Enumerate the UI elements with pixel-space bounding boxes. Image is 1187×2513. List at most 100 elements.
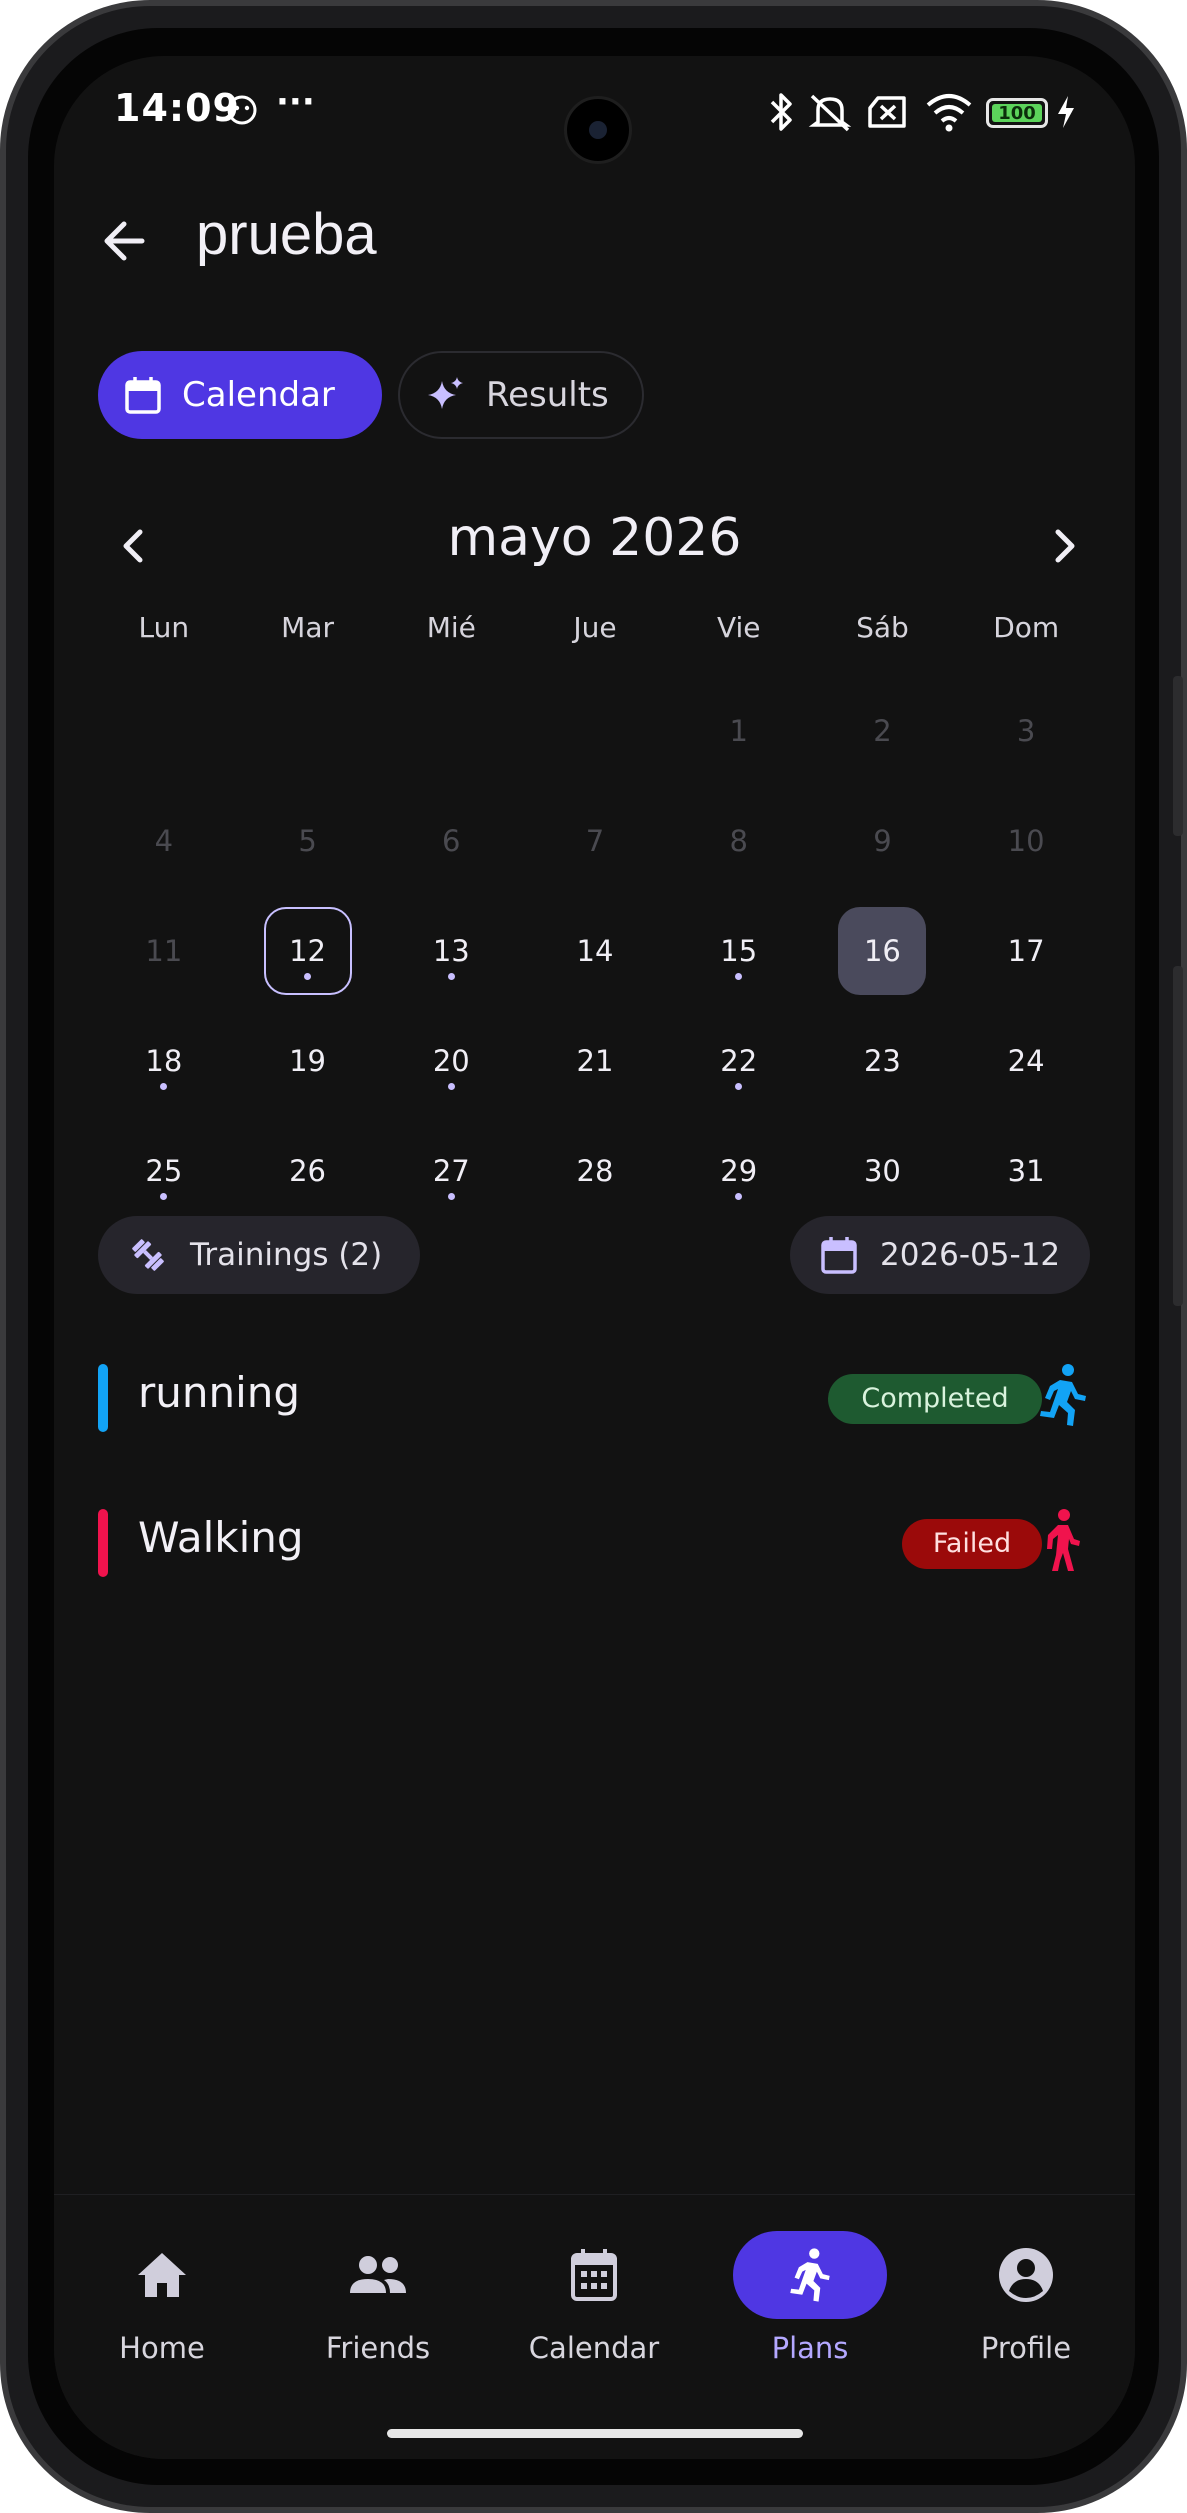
nav-home-label: Home	[119, 2331, 205, 2365]
calendar-day[interactable]: 30	[811, 1116, 955, 1226]
page-title: prueba	[196, 202, 377, 267]
status-badge-failed: Failed	[902, 1519, 1042, 1569]
nav-calendar[interactable]: Calendar	[486, 2195, 702, 2395]
weekday-label: Jue	[573, 611, 617, 644]
front-camera	[564, 96, 632, 164]
calendar-empty-cell	[379, 676, 523, 786]
calendar-day-number: 26	[289, 1154, 327, 1188]
silent-mode-icon	[808, 94, 852, 132]
calendar-day-number: 12	[289, 934, 327, 968]
nav-friends[interactable]: Friends	[270, 2195, 486, 2395]
calendar-day[interactable]: 26	[236, 1116, 380, 1226]
training-item-walking[interactable]: Walking Failed	[98, 1501, 1098, 1581]
power-button	[1173, 966, 1183, 1306]
nav-home[interactable]: Home	[54, 2195, 270, 2395]
calendar-day[interactable]: 21	[523, 1006, 667, 1116]
status-time: 14:09	[114, 86, 240, 130]
weekday-label: Mié	[426, 611, 476, 644]
tab-results[interactable]: Results	[398, 351, 644, 439]
calendar-day-number: 20	[432, 1044, 470, 1078]
battery-indicator: 100	[986, 98, 1048, 128]
nav-friends-icon-wrap	[301, 2231, 455, 2319]
calendar-day[interactable]: 23	[811, 1006, 955, 1116]
status-badge-completed: Completed	[828, 1374, 1042, 1424]
calendar-day[interactable]: 20	[379, 1006, 523, 1116]
calendar-day[interactable]: 22	[667, 1006, 811, 1116]
calendar-day-number: 14	[576, 934, 614, 968]
home-indicator[interactable]	[387, 2429, 803, 2438]
calendar-day[interactable]: 31	[954, 1116, 1098, 1226]
calendar-day-number: 15	[720, 934, 758, 968]
training-item-running[interactable]: running Completed	[98, 1356, 1098, 1436]
training-dot-indicator	[447, 1193, 455, 1200]
calendar-day-number: 30	[863, 1154, 901, 1188]
calendar-empty-cell	[236, 676, 380, 786]
sparkle-icon	[428, 377, 463, 409]
phone-frame: 14:09 ··· 100 prueba Calendar Results ma…	[0, 0, 1187, 2513]
weekday-label: Dom	[993, 611, 1060, 644]
calendar-day-number: 19	[289, 1044, 327, 1078]
nav-plans-label: Plans	[771, 2331, 849, 2365]
calendar-day-number: 9	[873, 824, 892, 858]
calendar-day-number: 8	[729, 824, 748, 858]
calendar-day: 6	[379, 786, 523, 896]
weekday-label: Sáb	[856, 611, 909, 644]
training-dot-indicator	[447, 1083, 455, 1090]
calendar-empty-cell	[92, 676, 236, 786]
calendar-day[interactable]: 13	[379, 896, 523, 1006]
calendar-day[interactable]: 25	[92, 1116, 236, 1226]
calendar-day: 1	[667, 676, 811, 786]
calendar-day-number: 29	[720, 1154, 758, 1188]
training-dot-indicator	[447, 973, 455, 980]
calendar-day-number: 21	[576, 1044, 614, 1078]
weekday-label: Lun	[138, 611, 190, 644]
calendar-day[interactable]: 12	[236, 896, 380, 1006]
calendar-day[interactable]: 14	[523, 896, 667, 1006]
nav-profile-icon-wrap	[949, 2231, 1103, 2319]
home-icon	[138, 2253, 186, 2297]
calendar-day[interactable]: 18	[92, 1006, 236, 1116]
no-sim-icon	[868, 96, 906, 128]
back-arrow-icon[interactable]	[94, 206, 164, 276]
calendar-day: 9	[811, 786, 955, 896]
training-dot-indicator	[160, 1193, 168, 1200]
battery-level: 100	[992, 104, 1042, 123]
calendar-day-number: 11	[145, 934, 183, 968]
calendar-day-number: 7	[585, 824, 605, 858]
calendar-day-number: 28	[576, 1154, 614, 1188]
nav-plans-icon-wrap	[733, 2231, 887, 2319]
calendar-day: 2	[811, 676, 955, 786]
calendar-icon	[571, 2249, 617, 2301]
calendar-day-number: 31	[1007, 1154, 1045, 1188]
weekday-header: Lun Mar Mié Jue Vie Sáb Dom	[92, 611, 1098, 644]
calendar-day[interactable]: 28	[523, 1116, 667, 1226]
calendar-day[interactable]: 24	[954, 1006, 1098, 1116]
calendar-day-number: 25	[145, 1154, 183, 1188]
next-month-chevron-icon[interactable]	[1034, 516, 1094, 576]
nav-plans[interactable]: Plans	[702, 2195, 918, 2395]
training-dot-indicator	[160, 1083, 168, 1090]
training-dot-indicator	[735, 973, 743, 980]
calendar-day[interactable]: 16	[811, 896, 955, 1006]
calendar-day[interactable]: 19	[236, 1006, 380, 1116]
runner-icon	[790, 2248, 830, 2302]
tab-calendar[interactable]: Calendar	[98, 351, 382, 439]
nav-profile[interactable]: Profile	[918, 2195, 1134, 2395]
trainings-count-chip[interactable]: Trainings (2)	[98, 1216, 420, 1294]
calendar-day[interactable]: 27	[379, 1116, 523, 1226]
nav-profile-label: Profile	[980, 2331, 1072, 2365]
calendar-day-number: 10	[1007, 824, 1045, 858]
selected-date-chip[interactable]: 2026-05-12	[790, 1216, 1090, 1294]
calendar-day-number: 2	[873, 714, 892, 748]
calendar-day: 3	[954, 676, 1098, 786]
calendar-day-number: 24	[1007, 1044, 1045, 1078]
calendar-day[interactable]: 29	[667, 1116, 811, 1226]
calendar-day-number: 13	[432, 934, 470, 968]
training-dot-indicator	[304, 973, 312, 980]
training-color-bar	[98, 1509, 108, 1577]
calendar-day-number: 6	[442, 824, 461, 858]
calendar-day[interactable]: 15	[667, 896, 811, 1006]
weekday-label: Mar	[281, 611, 334, 644]
month-label: mayo 2026	[447, 508, 742, 568]
calendar-day[interactable]: 17	[954, 896, 1098, 1006]
